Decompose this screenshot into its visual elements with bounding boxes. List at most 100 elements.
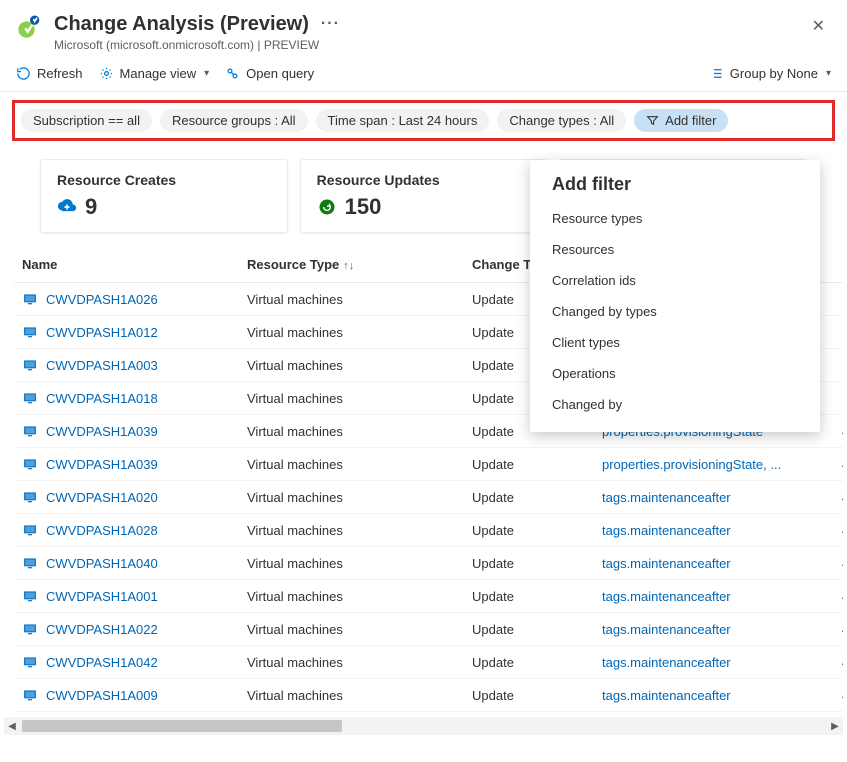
cell-type: Virtual machines xyxy=(239,514,464,547)
dropdown-item[interactable]: Resource types xyxy=(530,203,820,234)
property-link[interactable]: properties.provisioningState, ... xyxy=(602,457,781,472)
resource-link[interactable]: CWVDPASH1A001 xyxy=(46,589,158,604)
vm-icon xyxy=(22,423,38,439)
cell-change: Update xyxy=(464,679,594,712)
property-link[interactable]: tags.maintenanceafter xyxy=(602,556,731,571)
col-header-name[interactable]: Name xyxy=(14,247,239,283)
cell-type: Virtual machines xyxy=(239,679,464,712)
filter-pill-time-span[interactable]: Time span : Last 24 hours xyxy=(316,109,490,132)
property-link[interactable]: tags.maintenanceafter xyxy=(602,655,731,670)
table-row[interactable]: CWVDPASH1A020Virtual machinesUpdatetags.… xyxy=(14,481,843,514)
property-link[interactable]: tags.maintenanceafter xyxy=(602,589,731,604)
cell-last: 4 xyxy=(834,679,843,712)
cell-type: Virtual machines xyxy=(239,349,464,382)
table-row[interactable]: CWVDPASH1A022Virtual machinesUpdatetags.… xyxy=(14,613,843,646)
table-row[interactable]: CWVDPASH1A028 Virtual machinesUpdate tags.… xyxy=(14,514,843,547)
cell-prop: tags.maintenanceafter xyxy=(594,679,834,712)
card-resource-creates[interactable]: Resource Creates 9 xyxy=(40,159,288,233)
filter-pill-subscription[interactable]: Subscription == all xyxy=(21,109,152,132)
list-icon xyxy=(709,66,724,81)
add-filter-button[interactable]: Add filter xyxy=(634,109,728,132)
more-button[interactable]: ··· xyxy=(317,12,344,36)
cell-type: Virtual machines xyxy=(239,547,464,580)
cell-change: Update xyxy=(464,514,594,547)
scroll-left-icon[interactable]: ◀ xyxy=(4,717,20,735)
card-resource-updates[interactable]: Resource Updates 150 xyxy=(300,159,548,233)
filter-pill-resource-groups[interactable]: Resource groups : All xyxy=(160,109,308,132)
resource-link[interactable]: CWVDPASH1A012 xyxy=(46,325,158,340)
dropdown-item[interactable]: Resources xyxy=(530,234,820,265)
cell-last xyxy=(834,316,843,349)
property-link[interactable]: tags.maintenanceafter xyxy=(602,523,731,538)
vm-icon xyxy=(22,324,38,340)
filter-pill-change-types[interactable]: Change types : All xyxy=(497,109,626,132)
resource-link[interactable]: CWVDPASH1A003 xyxy=(46,358,158,373)
sort-icon: ↑↓ xyxy=(343,260,354,272)
resource-link[interactable]: CWVDPASH1A039 xyxy=(46,424,158,439)
cell-change: Update xyxy=(464,481,594,514)
service-icon xyxy=(16,12,44,40)
table-row[interactable]: CWVDPASH1A039Virtual machinesUpdateprope… xyxy=(14,448,843,481)
cell-type: Virtual machines xyxy=(239,580,464,613)
dropdown-item[interactable]: Changed by xyxy=(530,389,820,420)
cell-prop: tags.maintenanceafter xyxy=(594,646,834,679)
resource-link[interactable]: CWVDPASH1A026 xyxy=(46,292,158,307)
dropdown-item[interactable]: Correlation ids xyxy=(530,265,820,296)
property-link[interactable]: tags.maintenanceafter xyxy=(602,622,731,637)
scroll-right-icon[interactable]: ▶ xyxy=(827,717,843,735)
col-header-last[interactable] xyxy=(834,247,843,283)
group-by-button[interactable]: Group by None ▾ xyxy=(709,66,831,81)
cell-last: 4 xyxy=(834,415,843,448)
cell-type: Virtual machines xyxy=(239,646,464,679)
resource-link[interactable]: CWVDPASH1A042 xyxy=(46,655,158,670)
vm-icon xyxy=(22,456,38,472)
query-icon xyxy=(225,66,240,81)
resource-link[interactable]: CWVDPASH1A040 xyxy=(46,556,158,571)
cell-prop: properties.provisioningState, ... xyxy=(594,448,834,481)
chevron-down-icon: ▾ xyxy=(826,68,831,79)
cell-last: 4 xyxy=(834,481,843,514)
property-link[interactable]: tags.maintenanceafter xyxy=(602,688,731,703)
cell-type: Virtual machines xyxy=(239,382,464,415)
cell-change: Update xyxy=(464,613,594,646)
resource-link[interactable]: CWVDPASH1A009 xyxy=(46,688,158,703)
refresh-button[interactable]: Refresh xyxy=(16,66,83,81)
close-button[interactable]: ✕ xyxy=(806,12,831,40)
resource-link[interactable]: CWVDPASH1A022 xyxy=(46,622,158,637)
resource-link[interactable]: CWVDPASH1A039 xyxy=(46,457,158,472)
cell-prop: tags.maintenanceafter xyxy=(594,547,834,580)
cloud-create-icon xyxy=(57,197,77,217)
cell-last: 4 xyxy=(834,580,843,613)
filter-bar-highlight: Subscription == all Resource groups : Al… xyxy=(12,100,835,141)
dropdown-item[interactable]: Operations xyxy=(530,358,820,389)
cell-prop: tags.maintenanceafter xyxy=(594,481,834,514)
resource-link[interactable]: CWVDPASH1A020 xyxy=(46,490,158,505)
dropdown-item[interactable]: Client types xyxy=(530,327,820,358)
resource-link[interactable]: CWVDPASH1A018 xyxy=(46,391,158,406)
add-filter-dropdown: Add filter Resource typesResourcesCorrel… xyxy=(530,160,820,432)
col-header-type[interactable]: Resource Type↑↓ xyxy=(239,247,464,283)
cell-last xyxy=(834,283,843,316)
page-header: Change Analysis (Preview) ··· Microsoft … xyxy=(0,0,847,60)
table-row[interactable]: CWVDPASH1A042Virtual machinesUpdatetags.… xyxy=(14,646,843,679)
cell-type: Virtual machines xyxy=(239,448,464,481)
table-row[interactable]: CWVDPASH1A009 Virtual machinesUpdate tags.… xyxy=(14,679,843,712)
cell-change: Update xyxy=(464,580,594,613)
vm-icon xyxy=(22,489,38,505)
resource-link[interactable]: CWVDPASH1A028 xyxy=(46,523,158,538)
table-row[interactable]: CWVDPASH1A040Virtual machinesUpdatetags.… xyxy=(14,547,843,580)
vm-icon xyxy=(22,522,38,538)
filter-bar: Subscription == all Resource groups : Al… xyxy=(21,109,826,132)
open-query-button[interactable]: Open query xyxy=(225,66,314,81)
manage-view-button[interactable]: Manage view ▾ xyxy=(99,66,210,81)
refresh-icon xyxy=(16,66,31,81)
cell-type: Virtual machines xyxy=(239,316,464,349)
cell-prop: tags.maintenanceafter xyxy=(594,613,834,646)
dropdown-item[interactable]: Changed by types xyxy=(530,296,820,327)
horizontal-scrollbar[interactable]: ◀ ▶ xyxy=(4,717,843,735)
cell-prop: tags.maintenanceafter xyxy=(594,514,834,547)
table-row[interactable]: CWVDPASH1A001 Virtual machinesUpdate tags.… xyxy=(14,580,843,613)
chevron-down-icon: ▾ xyxy=(204,68,209,79)
property-link[interactable]: tags.maintenanceafter xyxy=(602,490,731,505)
cell-last: 4 xyxy=(834,613,843,646)
